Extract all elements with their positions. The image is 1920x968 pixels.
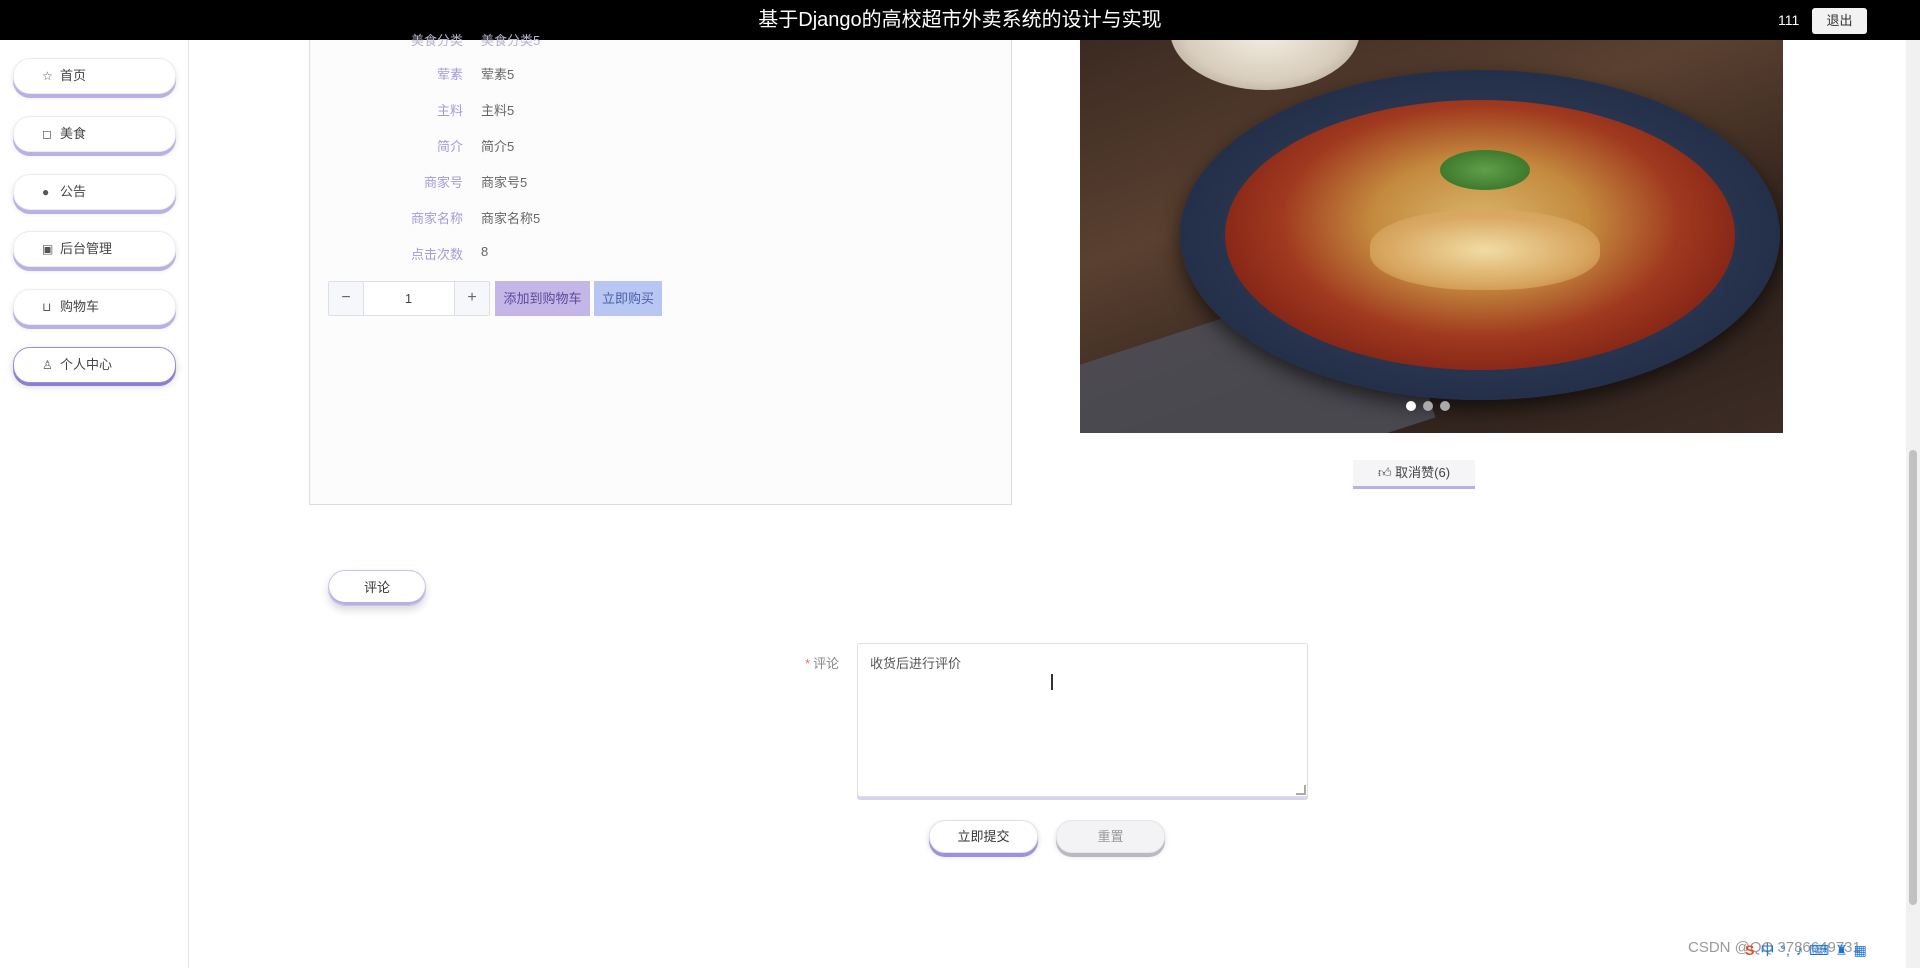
sidebar-item-label: 首页	[60, 68, 87, 83]
detail-value: 美食分类5	[481, 33, 541, 48]
unlike-button[interactable]: 👍︎ 取消赞(6)	[1353, 460, 1475, 489]
sidebar-item-announcement[interactable]: ● 公告	[13, 174, 176, 210]
sidebar-item-label: 购物车	[60, 299, 100, 314]
resize-handle[interactable]	[1296, 785, 1306, 795]
detail-value: 荤素5	[481, 67, 515, 82]
sidebar-item-food[interactable]: ◻ 美食	[13, 116, 176, 152]
briefcase-icon: ▣	[42, 242, 54, 256]
keyboard-icon: ⌨	[1808, 942, 1830, 958]
food-detail-panel: 美食分类 美食分类5 荤素 荤素5 主料 主料5 简介 简介5 商家号 商家号5…	[309, 33, 1012, 505]
comment-placeholder: 收货后进行评价	[870, 657, 962, 672]
punctuation-icon: °,	[1780, 942, 1790, 958]
sidebar-item-admin[interactable]: ▣ 后台管理	[13, 231, 176, 267]
detail-row-intro: 简介 简介5	[310, 136, 1010, 156]
quantity-input[interactable]: 1	[364, 282, 453, 315]
side-cup	[1170, 40, 1360, 90]
sidebar-item-label: 公告	[60, 184, 87, 199]
buy-now-button[interactable]: 立即购买	[594, 281, 662, 316]
star-icon: ☆	[42, 69, 53, 83]
detail-key: 荤素	[436, 67, 463, 82]
carousel-dot[interactable]	[1423, 401, 1433, 411]
sidebar-item-label: 后台管理	[60, 241, 113, 256]
sidebar-item-profile[interactable]: ♙ 个人中心	[13, 347, 176, 383]
sogou-icon: S	[1745, 942, 1755, 958]
page-scrollbar[interactable]	[1906, 40, 1920, 968]
detail-row-merchant-id: 商家号 商家号5	[310, 172, 1010, 192]
detail-row-click-count: 点击次数 8	[310, 244, 1010, 264]
detail-key: 简介	[436, 139, 463, 154]
dish-greens	[1440, 150, 1530, 190]
comment-label-text: 评论	[813, 656, 840, 671]
detail-key: 商家名称	[410, 211, 463, 226]
detail-row-main-ingredient: 主料 主料5	[310, 100, 1010, 120]
tab-comment[interactable]: 评论	[328, 570, 426, 606]
detail-row-category: 美食分类 美食分类5	[310, 30, 1010, 50]
detail-value: 8	[481, 244, 489, 259]
detail-value: 商家号5	[481, 175, 528, 190]
grid-icon: ▦	[1853, 942, 1867, 958]
detail-value: 简介5	[481, 139, 515, 154]
carousel-dot[interactable]	[1406, 401, 1416, 411]
submit-button[interactable]: 立即提交	[929, 820, 1038, 853]
detail-key: 点击次数	[410, 247, 463, 262]
ime-icon: 中	[1760, 942, 1775, 958]
add-to-cart-button[interactable]: 添加到购物车	[495, 281, 590, 316]
text-cursor	[1051, 674, 1053, 690]
food-image-carousel[interactable]	[1080, 40, 1783, 433]
detail-key: 商家号	[423, 175, 463, 190]
required-mark: *	[805, 656, 811, 671]
detail-row-merchant-name: 商家名称 商家名称5	[310, 208, 1010, 228]
shirt-icon: ♜	[1835, 942, 1848, 958]
sidebar-item-label: 美食	[60, 126, 87, 141]
reset-button[interactable]: 重置	[1056, 820, 1165, 853]
user-icon: ♙	[42, 358, 53, 372]
decrement-button[interactable]: −	[329, 282, 364, 315]
dish-meat	[1370, 210, 1600, 290]
detail-row-meat-veg: 荤素 荤素5	[310, 64, 1010, 84]
detail-key: 主料	[436, 103, 463, 118]
info-icon: ●	[42, 185, 50, 199]
carousel-dot[interactable]	[1440, 401, 1450, 411]
sidebar: ☆ 首页 ◻ 美食 ● 公告 ▣ 后台管理 ⊔ 购物车 ♙ 个人中心	[0, 40, 189, 968]
detail-value: 主料5	[481, 103, 515, 118]
scrollbar-thumb[interactable]	[1909, 450, 1917, 905]
mic-icon: ♪	[1795, 942, 1803, 958]
detail-key: 美食分类	[410, 33, 463, 48]
logout-button[interactable]: 退出	[1812, 8, 1867, 34]
bag-icon: ◻	[42, 127, 52, 141]
sidebar-item-home[interactable]: ☆ 首页	[13, 58, 176, 94]
carousel-indicators	[1406, 398, 1457, 416]
comment-textarea[interactable]: 收货后进行评价	[857, 643, 1308, 797]
sidebar-item-cart[interactable]: ⊔ 购物车	[13, 289, 176, 325]
comment-label: * 评论	[805, 653, 839, 672]
username: 111	[1778, 12, 1800, 28]
increment-button[interactable]: +	[454, 282, 489, 315]
quantity-stepper: − 1 +	[328, 281, 490, 316]
sidebar-item-label: 个人中心	[60, 357, 113, 372]
like-label: 取消赞(6)	[1395, 465, 1451, 480]
cart-icon: ⊔	[42, 300, 52, 314]
thumbs-up-icon: 👍︎	[1377, 465, 1392, 480]
system-tray: S 中 °, ♪ ⌨ ♜ ▦	[1745, 940, 1873, 962]
detail-value: 商家名称5	[481, 211, 541, 226]
